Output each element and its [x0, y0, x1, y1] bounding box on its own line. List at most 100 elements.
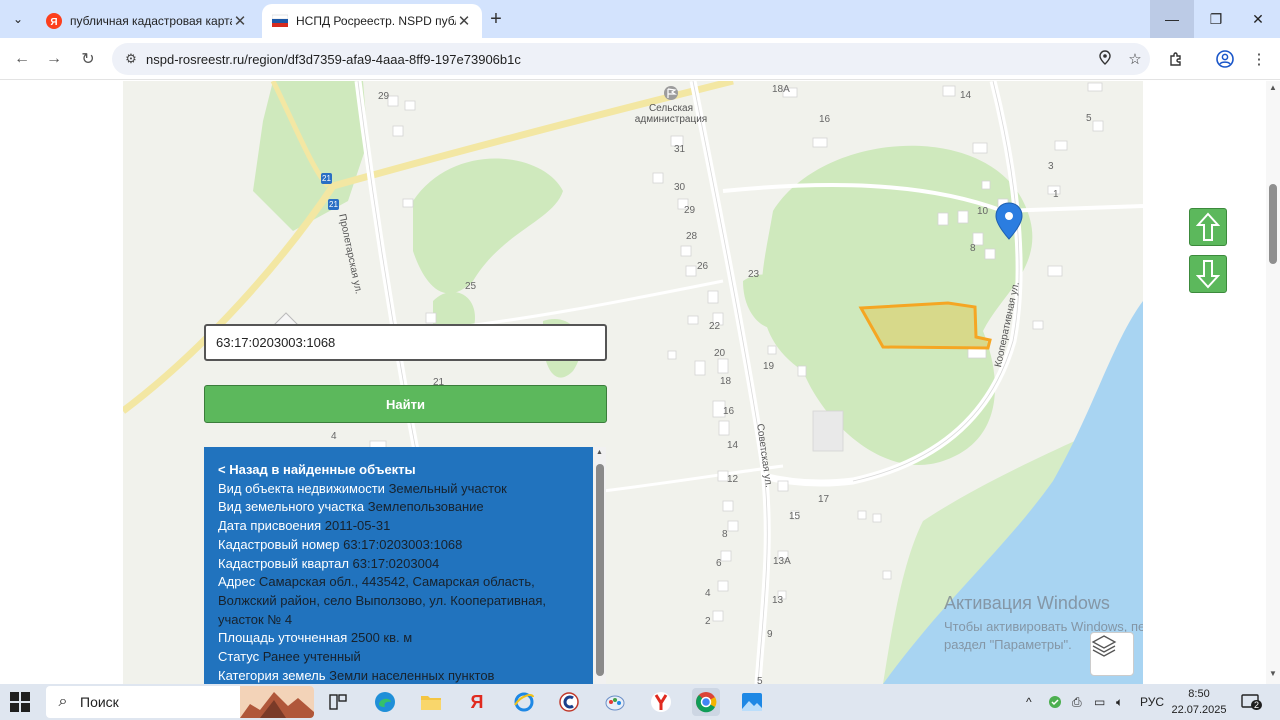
- scroll-up-arrow-icon[interactable]: ▲: [596, 449, 603, 456]
- find-button[interactable]: Найти: [204, 385, 607, 423]
- info-label: Вид земельного участка: [218, 499, 365, 515]
- house-number: 19: [763, 361, 775, 372]
- info-label: Вид объекта недвижимости: [218, 480, 385, 496]
- clock-date: 22.07.2025: [1171, 704, 1227, 716]
- menu-dots-icon[interactable]: ⋮: [1248, 48, 1270, 70]
- volume-icon[interactable]: 🔈︎: [1116, 684, 1123, 720]
- location-icon[interactable]: [1090, 49, 1120, 69]
- scroll-up-arrow-icon[interactable]: ▲: [1269, 83, 1277, 92]
- scroll-up-button[interactable]: [1189, 208, 1227, 246]
- close-tab-icon[interactable]: ✕: [232, 12, 248, 30]
- forward-arrow-icon[interactable]: →: [42, 47, 66, 71]
- yandex-browser-icon[interactable]: Я: [463, 688, 491, 716]
- chrome-icon[interactable]: [692, 688, 720, 716]
- back-arrow-icon[interactable]: ←: [10, 47, 34, 71]
- notifications-icon[interactable]: 2: [1240, 692, 1263, 712]
- scroll-down-arrow-icon[interactable]: ▼: [1269, 669, 1277, 678]
- house-number: 23: [748, 269, 760, 280]
- yandex-icon[interactable]: [647, 688, 675, 716]
- tab-search-button[interactable]: ⌄: [6, 7, 30, 31]
- house-number: 17: [818, 494, 830, 505]
- file-explorer-icon[interactable]: [417, 688, 445, 716]
- info-label: Кадастровый номер: [218, 536, 340, 552]
- site-info-icon[interactable]: ⚙: [116, 51, 146, 67]
- battery-icon[interactable]: ▭: [1094, 684, 1105, 720]
- url-text[interactable]: nspd-rosreestr.ru/region/df3d7359-afa9-4…: [146, 52, 1090, 67]
- page-scrollbar[interactable]: ▲ ▼: [1266, 81, 1280, 684]
- windows-taskbar: ⌕ Поиск Я ^ ⎙ ▭ 🔈︎ РУС 8:50 22.07.2025 2: [0, 684, 1280, 720]
- back-to-results-link[interactable]: < Назад в найденные объекты: [218, 461, 579, 480]
- cadastral-number-input[interactable]: 63:17:0203003:1068: [204, 324, 607, 361]
- house-number: 25: [465, 281, 477, 292]
- internet-explorer-icon[interactable]: [510, 688, 538, 716]
- house-number: 5: [757, 676, 763, 684]
- info-panel-scrollbar[interactable]: ▲: [594, 447, 606, 684]
- browser-toolbar: ← → ↻ ⚙ nspd-rosreestr.ru/region/df3d735…: [0, 38, 1280, 80]
- reload-icon[interactable]: ↻: [76, 47, 100, 71]
- clock-time: 8:50: [1188, 688, 1210, 700]
- paint-icon[interactable]: [601, 688, 629, 716]
- house-number: 14: [727, 440, 739, 451]
- info-value: Земли населенных пунктов: [329, 667, 495, 683]
- ccleaner-icon[interactable]: [555, 688, 583, 716]
- bookmark-star-icon[interactable]: ☆: [1120, 50, 1150, 68]
- address-bar[interactable]: ⚙ nspd-rosreestr.ru/region/df3d7359-afa9…: [112, 43, 1150, 75]
- search-icon: ⌕: [58, 693, 68, 710]
- house-number: 29: [684, 205, 696, 216]
- language-indicator[interactable]: РУС: [1140, 684, 1164, 720]
- house-number: 18: [720, 376, 732, 387]
- house-number: 4: [331, 431, 337, 442]
- network-status-icon[interactable]: [1048, 684, 1062, 720]
- house-number: 3: [1048, 161, 1054, 172]
- tab-title: публичная кадастровая карта: [70, 14, 232, 28]
- russia-flag-icon: [272, 14, 288, 27]
- info-label: Адрес: [218, 574, 256, 590]
- tab-nspd[interactable]: НСПД Росреестр. NSPD публи ✕: [262, 4, 482, 38]
- windows-start-icon[interactable]: [10, 692, 30, 712]
- house-number: 30: [674, 182, 686, 193]
- scroll-down-button[interactable]: [1189, 255, 1227, 293]
- watermark-title: Активация Windows: [944, 593, 1110, 613]
- house-number: 5: [1086, 113, 1092, 124]
- bus-stop-icon: 21: [329, 200, 338, 209]
- clock[interactable]: 8:50 22.07.2025: [1168, 686, 1230, 718]
- info-label: Площадь уточненная: [218, 630, 348, 646]
- house-number: 22: [709, 321, 721, 332]
- house-number: 12: [727, 474, 739, 485]
- house-number: 31: [674, 144, 686, 155]
- restore-button[interactable]: ❐: [1194, 0, 1238, 38]
- info-value: 63:17:0203004: [352, 555, 440, 571]
- info-value: Землепользование: [367, 499, 484, 515]
- edge-icon[interactable]: [371, 688, 399, 716]
- info-row: Дата присвоения 2011-05-31: [218, 517, 579, 536]
- layers-button[interactable]: [1090, 632, 1134, 676]
- close-tab-icon[interactable]: ✕: [456, 12, 472, 30]
- info-label: Кадастровый квартал: [218, 555, 349, 571]
- task-view-icon[interactable]: [324, 688, 352, 716]
- scrollbar-thumb[interactable]: [596, 464, 604, 676]
- tab-kadastr-map[interactable]: Я публичная кадастровая карта ✕: [36, 4, 258, 38]
- info-value: Земельный участок: [388, 480, 507, 496]
- house-number: 1: [1053, 189, 1059, 200]
- taskbar-search-label: Поиск: [80, 694, 119, 710]
- house-number: 26: [697, 261, 709, 272]
- house-number: 8: [722, 529, 728, 540]
- taskbar-search[interactable]: ⌕ Поиск: [46, 686, 314, 718]
- house-number: 16: [819, 114, 831, 125]
- close-window-button[interactable]: ✕: [1236, 0, 1280, 38]
- scrollbar-thumb[interactable]: [1269, 184, 1277, 264]
- profile-icon[interactable]: [1214, 48, 1236, 70]
- page-content: 21 21 Сельская администрация Пролетарска…: [0, 81, 1280, 684]
- house-number: 6: [716, 558, 722, 569]
- info-row: Категория земель Земли населенных пункто…: [218, 667, 579, 684]
- extensions-icon[interactable]: [1165, 48, 1187, 70]
- minimize-button[interactable]: —: [1150, 0, 1194, 38]
- meet-now-icon[interactable]: ⎙: [1072, 684, 1082, 720]
- new-tab-button[interactable]: +: [484, 8, 508, 32]
- tab-title: НСПД Росреестр. NSPD публи: [296, 14, 456, 28]
- photos-icon[interactable]: [738, 688, 766, 716]
- info-row: Кадастровый номер 63:17:0203003:1068: [218, 536, 579, 555]
- admin-label: Сельская администрация: [634, 103, 708, 125]
- show-hidden-icons[interactable]: ^: [1026, 684, 1032, 720]
- house-number: 13: [772, 595, 784, 606]
